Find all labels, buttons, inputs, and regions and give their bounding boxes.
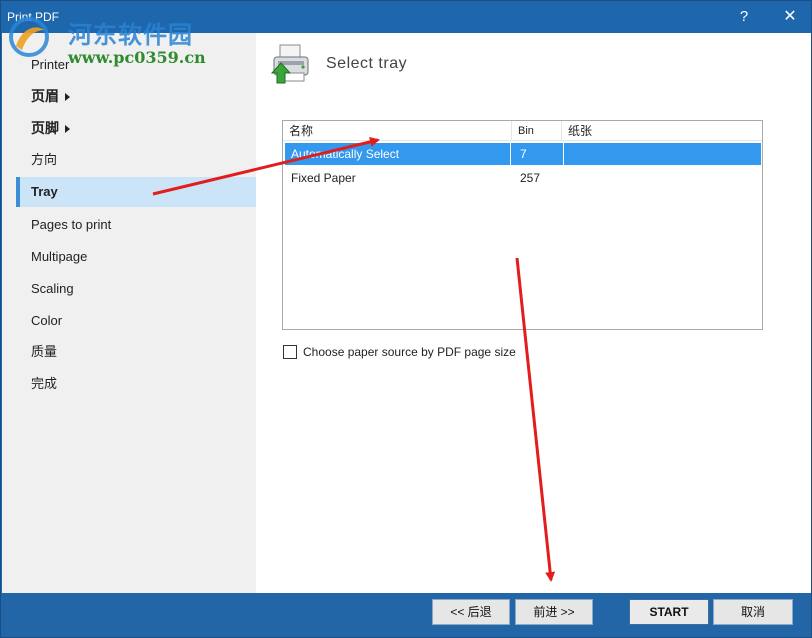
submenu-arrow-icon [65, 93, 70, 102]
tray-bin-cell: 7 [514, 143, 564, 165]
sidebar-item-orientation[interactable]: 方向 [16, 145, 256, 175]
window-title: Print PDF [7, 10, 60, 24]
cancel-button[interactable]: 取消 [713, 599, 793, 625]
sidebar-item-printer[interactable]: Printer [16, 50, 256, 80]
column-header-name[interactable]: 名称 [283, 121, 512, 141]
sidebar-item-label: 完成 [31, 376, 58, 391]
sidebar-nav: Printer 页眉 页脚 方向 Tray Pages to print Mul… [2, 33, 256, 593]
title-bar: Print PDF ? ✕ [1, 1, 811, 33]
tray-name-cell: Automatically Select [285, 143, 511, 165]
paper-source-checkbox-label[interactable]: Choose paper source by PDF page size [303, 345, 516, 359]
sidebar-item-label: Pages to print [31, 217, 112, 232]
sidebar-item-header[interactable]: 页眉 [16, 81, 256, 111]
help-button[interactable]: ? [729, 5, 759, 29]
sidebar-item-scaling[interactable]: Scaling [16, 274, 256, 304]
sidebar-item-color[interactable]: Color [16, 306, 256, 336]
list-row[interactable]: Fixed Paper 257 [285, 167, 761, 189]
sidebar-item-label: Scaling [31, 281, 74, 296]
sidebar-item-footer[interactable]: 页脚 [16, 113, 256, 143]
sidebar-item-label: Multipage [31, 249, 88, 264]
tray-paper-cell [564, 167, 762, 189]
close-button[interactable]: ✕ [775, 5, 805, 29]
start-button[interactable]: START [629, 599, 709, 625]
sidebar-item-label: 方向 [31, 152, 58, 167]
list-header: 名称 Bin 纸张 [283, 121, 762, 141]
tray-bin-cell: 257 [520, 171, 541, 185]
tray-list[interactable]: 名称 Bin 纸张 Automatically Select 7 Fixed P… [282, 120, 763, 330]
tray-paper-cell [564, 143, 762, 165]
column-header-bin[interactable]: Bin [512, 121, 562, 141]
paper-source-checkbox[interactable] [283, 345, 297, 359]
submenu-arrow-icon [65, 125, 70, 134]
sidebar-item-label: Printer [31, 57, 70, 72]
tray-name-cell: Fixed Paper [291, 171, 356, 185]
back-button[interactable]: << 后退 [432, 599, 510, 625]
sidebar-item-multipage[interactable]: Multipage [16, 242, 256, 272]
sidebar-item-pages-to-print[interactable]: Pages to print [16, 210, 256, 240]
print-pdf-window: Print PDF ? ✕ Printer 页眉 页脚 方向 Tray Page… [0, 0, 812, 638]
section-title: Select tray [326, 55, 408, 72]
sidebar-item-quality[interactable]: 质量 [16, 337, 256, 367]
printer-tray-icon [270, 44, 309, 84]
sidebar-item-label: 页脚 [31, 120, 59, 136]
footer-bar: << 后退 前进 >> START 取消 [7, 593, 805, 633]
sidebar-item-tray[interactable]: Tray [16, 177, 256, 207]
column-header-paper[interactable]: 纸张 [562, 121, 762, 141]
main-panel: Select tray 名称 Bin 纸张 Automatically Sele… [256, 33, 811, 593]
list-row[interactable]: Automatically Select 7 [285, 143, 761, 165]
sidebar-item-label: 质量 [31, 344, 58, 359]
next-button[interactable]: 前进 >> [515, 599, 593, 625]
sidebar-item-label: 页眉 [31, 88, 59, 104]
sidebar-item-label: Tray [31, 184, 58, 199]
sidebar-item-label: Color [31, 313, 63, 328]
sidebar-item-finish[interactable]: 完成 [16, 369, 256, 399]
